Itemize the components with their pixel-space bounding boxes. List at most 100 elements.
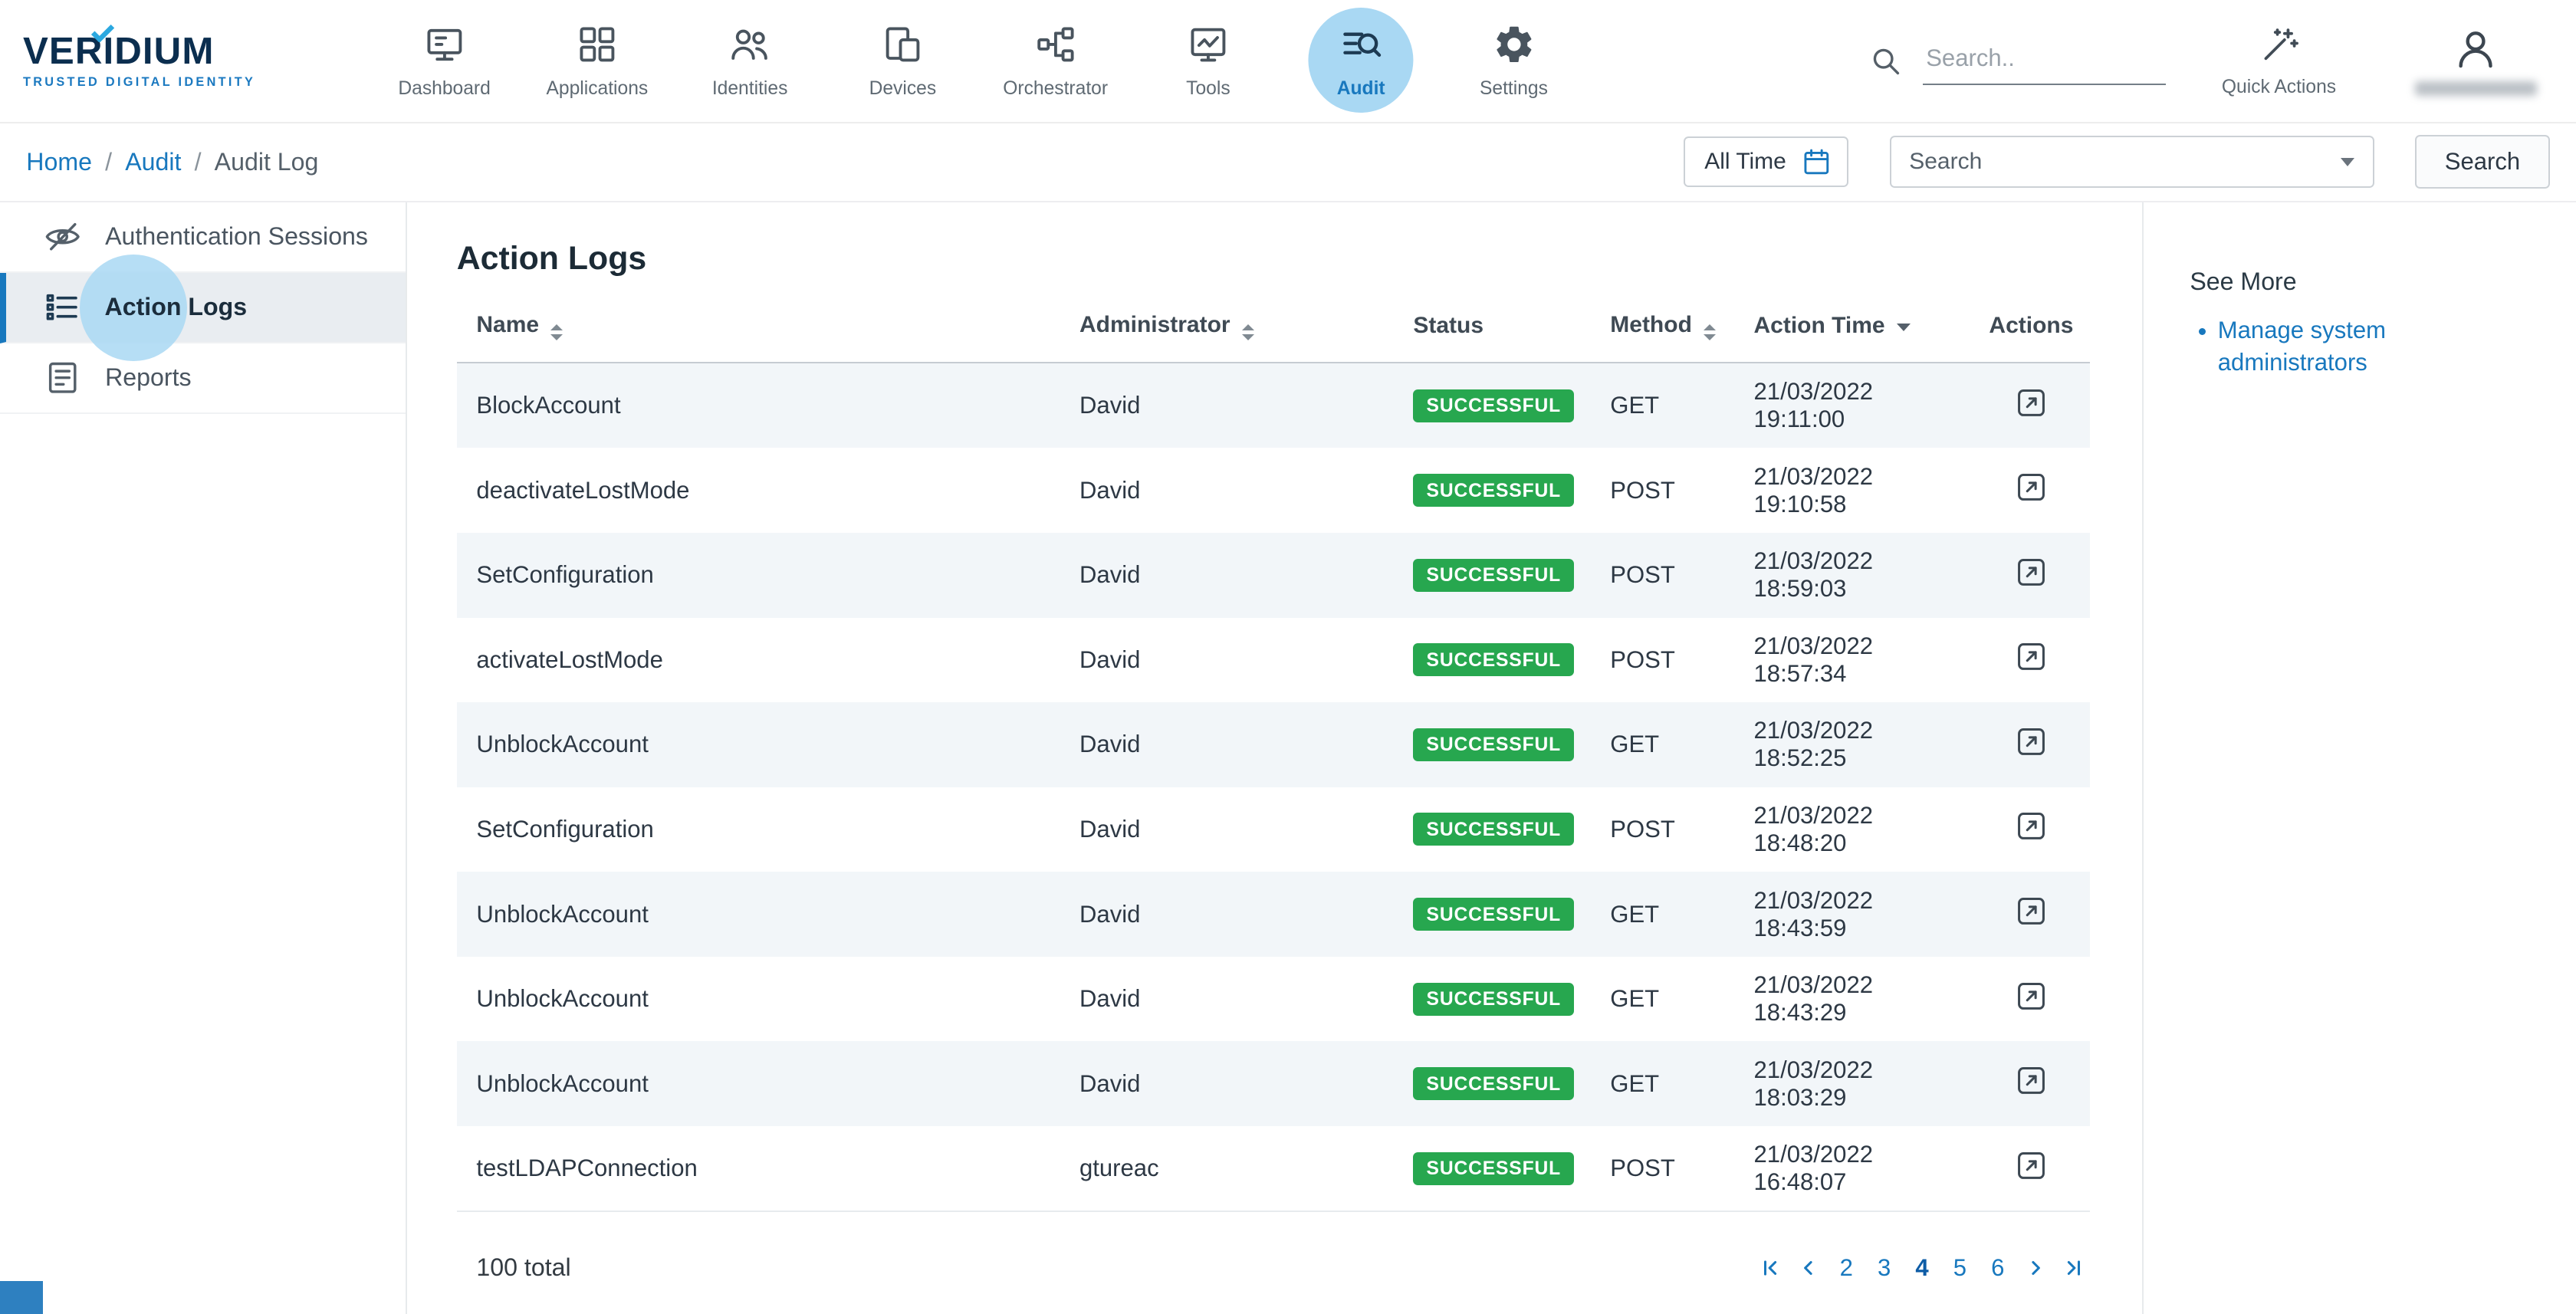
last-page-icon[interactable] bbox=[2060, 1257, 2086, 1280]
breadcrumb: Home / Audit / Audit Log bbox=[26, 148, 318, 176]
filter-controls: All Time Search Search bbox=[1684, 135, 2550, 189]
cell-method: POST bbox=[1591, 787, 1734, 872]
cell-administrator: gtureac bbox=[1060, 1126, 1393, 1212]
nav-item-orchestrator[interactable]: Orchestrator bbox=[979, 0, 1132, 123]
column-header-action-time[interactable]: Action Time bbox=[1734, 299, 1970, 363]
cell-actions bbox=[1970, 872, 2090, 957]
view-log-details-icon[interactable] bbox=[2014, 639, 2049, 674]
table-row: UnblockAccountDavidSUCCESSFULGET21/03/20… bbox=[457, 957, 2090, 1042]
status-badge: SUCCESSFUL bbox=[1413, 813, 1574, 846]
breadcrumb-home-link[interactable]: Home bbox=[26, 148, 92, 176]
cell-actions bbox=[1970, 787, 2090, 872]
cell-administrator: David bbox=[1060, 533, 1393, 618]
sidebar-item-authentication-sessions[interactable]: Authentication Sessions bbox=[0, 202, 406, 273]
logo-check-icon bbox=[90, 24, 115, 42]
view-log-details-icon[interactable] bbox=[2014, 470, 2049, 504]
nav-item-settings[interactable]: Settings bbox=[1438, 0, 1590, 123]
column-header-actions: Actions bbox=[1970, 299, 2090, 363]
view-log-details-icon[interactable] bbox=[2014, 724, 2049, 759]
identities-icon bbox=[728, 22, 772, 67]
nav-item-identities[interactable]: Identities bbox=[673, 0, 826, 123]
pagination-page-2[interactable]: 2 bbox=[1833, 1254, 1859, 1282]
applications-icon bbox=[575, 22, 619, 67]
nav-label-applications: Applications bbox=[546, 78, 648, 100]
dashboard-icon bbox=[422, 22, 467, 67]
cell-administrator: David bbox=[1060, 448, 1393, 533]
first-page-icon[interactable] bbox=[1758, 1257, 1784, 1280]
user-menu[interactable] bbox=[2415, 25, 2537, 96]
settings-icon bbox=[1492, 22, 1536, 67]
nav-item-audit[interactable]: Audit bbox=[1285, 0, 1438, 123]
cell-actions bbox=[1970, 702, 2090, 787]
search-field-select[interactable]: Search bbox=[1890, 136, 2374, 189]
table-row: UnblockAccountDavidSUCCESSFULGET21/03/20… bbox=[457, 702, 2090, 787]
sort-icon bbox=[1242, 324, 1254, 340]
nav-item-devices[interactable]: Devices bbox=[826, 0, 979, 123]
corner-widget[interactable] bbox=[0, 1281, 43, 1314]
column-header-status: Status bbox=[1394, 299, 1591, 363]
column-header-name[interactable]: Name bbox=[457, 299, 1060, 363]
breadcrumb-current-page: Audit Log bbox=[215, 148, 319, 176]
search-button[interactable]: Search bbox=[2415, 135, 2549, 189]
nav-label-tools: Tools bbox=[1186, 78, 1230, 100]
pagination-page-6[interactable]: 6 bbox=[1985, 1254, 2011, 1282]
report-document-icon bbox=[43, 358, 82, 397]
user-name-redacted bbox=[2415, 81, 2537, 96]
cell-action-time: 21/03/2022 18:43:59 bbox=[1734, 872, 1970, 957]
view-log-details-icon[interactable] bbox=[2014, 386, 2049, 420]
sidebar-item-reports[interactable]: Reports bbox=[0, 343, 406, 414]
column-header-administrator[interactable]: Administrator bbox=[1060, 299, 1393, 363]
status-badge: SUCCESSFUL bbox=[1413, 728, 1574, 761]
pagination-page-4[interactable]: 4 bbox=[1909, 1254, 1935, 1282]
breadcrumb-bar: Home / Audit / Audit Log All Time Search… bbox=[0, 123, 2576, 202]
view-log-details-icon[interactable] bbox=[2014, 894, 2049, 928]
next-page-icon[interactable] bbox=[2022, 1257, 2049, 1280]
devices-icon bbox=[880, 22, 925, 67]
view-log-details-icon[interactable] bbox=[2014, 1063, 2049, 1098]
total-count: 100 total bbox=[476, 1253, 570, 1282]
view-log-details-icon[interactable] bbox=[2014, 555, 2049, 590]
veridium-logo[interactable]: VERIDIUM TRUSTED DIGITAL IDENTITY bbox=[23, 32, 315, 90]
column-header-method[interactable]: Method bbox=[1591, 299, 1734, 363]
manage-system-administrators-link[interactable]: Manage system administrators bbox=[2218, 317, 2386, 376]
cell-name: BlockAccount bbox=[457, 363, 1060, 448]
cell-method: GET bbox=[1591, 1041, 1734, 1126]
view-log-details-icon[interactable] bbox=[2014, 979, 2049, 1013]
cell-status: SUCCESSFUL bbox=[1394, 448, 1591, 533]
app-window: VERIDIUM TRUSTED DIGITAL IDENTITY Dashbo… bbox=[0, 0, 2576, 1314]
cell-status: SUCCESSFUL bbox=[1394, 533, 1591, 618]
nav-item-applications[interactable]: Applications bbox=[521, 0, 673, 123]
time-range-button[interactable]: All Time bbox=[1684, 136, 1849, 187]
cell-name: UnblockAccount bbox=[457, 702, 1060, 787]
pagination-page-5[interactable]: 5 bbox=[1947, 1254, 1973, 1282]
table-row: BlockAccountDavidSUCCESSFULGET21/03/2022… bbox=[457, 363, 2090, 448]
view-log-details-icon[interactable] bbox=[2014, 1148, 2049, 1183]
breadcrumb-separator: / bbox=[195, 148, 202, 176]
cell-action-time: 21/03/2022 19:11:00 bbox=[1734, 363, 1970, 448]
cell-action-time: 21/03/2022 16:48:07 bbox=[1734, 1126, 1970, 1212]
topbar-right-section: Quick Actions bbox=[1868, 24, 2553, 98]
cell-administrator: David bbox=[1060, 363, 1393, 448]
status-badge: SUCCESSFUL bbox=[1413, 559, 1574, 592]
nav-item-tools[interactable]: Tools bbox=[1132, 0, 1284, 123]
previous-page-icon[interactable] bbox=[1796, 1257, 1822, 1280]
breadcrumb-audit-link[interactable]: Audit bbox=[125, 148, 181, 176]
global-search-input[interactable] bbox=[1923, 37, 2166, 86]
pagination-page-3[interactable]: 3 bbox=[1871, 1254, 1897, 1282]
nav-item-dashboard[interactable]: Dashboard bbox=[368, 0, 521, 123]
cell-status: SUCCESSFUL bbox=[1394, 872, 1591, 957]
cell-method: GET bbox=[1591, 872, 1734, 957]
table-row: deactivateLostModeDavidSUCCESSFULPOST21/… bbox=[457, 448, 2090, 533]
logo-tagline: TRUSTED DIGITAL IDENTITY bbox=[23, 75, 315, 90]
cell-status: SUCCESSFUL bbox=[1394, 618, 1591, 703]
cell-administrator: David bbox=[1060, 957, 1393, 1042]
sidebar-item-action-logs[interactable]: Action Logs bbox=[0, 273, 406, 343]
status-badge: SUCCESSFUL bbox=[1413, 389, 1574, 422]
view-log-details-icon[interactable] bbox=[2014, 809, 2049, 843]
search-icon[interactable] bbox=[1868, 44, 1903, 78]
quick-actions-button[interactable]: Quick Actions bbox=[2222, 24, 2336, 98]
table-row: testLDAPConnectiongtureacSUCCESSFULPOST2… bbox=[457, 1126, 2090, 1212]
cell-action-time: 21/03/2022 18:43:29 bbox=[1734, 957, 1970, 1042]
nav-label-orchestrator: Orchestrator bbox=[1003, 78, 1108, 100]
cell-method: POST bbox=[1591, 618, 1734, 703]
